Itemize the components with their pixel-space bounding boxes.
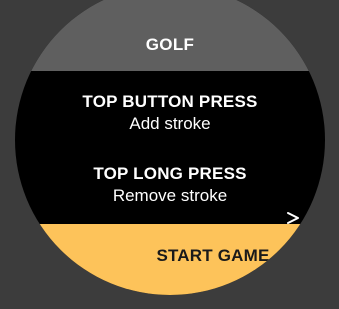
instruction-description: Remove stroke <box>112 186 228 205</box>
instruction-top-long-press: TOP LONG PRESS Remove stroke <box>15 163 325 207</box>
chevron-right-icon[interactable] <box>285 210 301 226</box>
header-band: GOLF <box>15 0 325 71</box>
screen: GOLF TOP BUTTON PRESS Add stroke TOP LON… <box>0 0 339 309</box>
instruction-description: Add stroke <box>129 114 211 133</box>
watch-face: GOLF TOP BUTTON PRESS Add stroke TOP LON… <box>15 0 325 295</box>
start-game-button[interactable]: START GAME <box>15 224 325 295</box>
start-game-label: START GAME <box>156 246 270 265</box>
instruction-title: TOP BUTTON PRESS <box>82 92 258 111</box>
app-title: GOLF <box>145 35 195 54</box>
instruction-top-button-press: TOP BUTTON PRESS Add stroke <box>15 91 325 135</box>
instruction-title: TOP LONG PRESS <box>93 164 247 183</box>
